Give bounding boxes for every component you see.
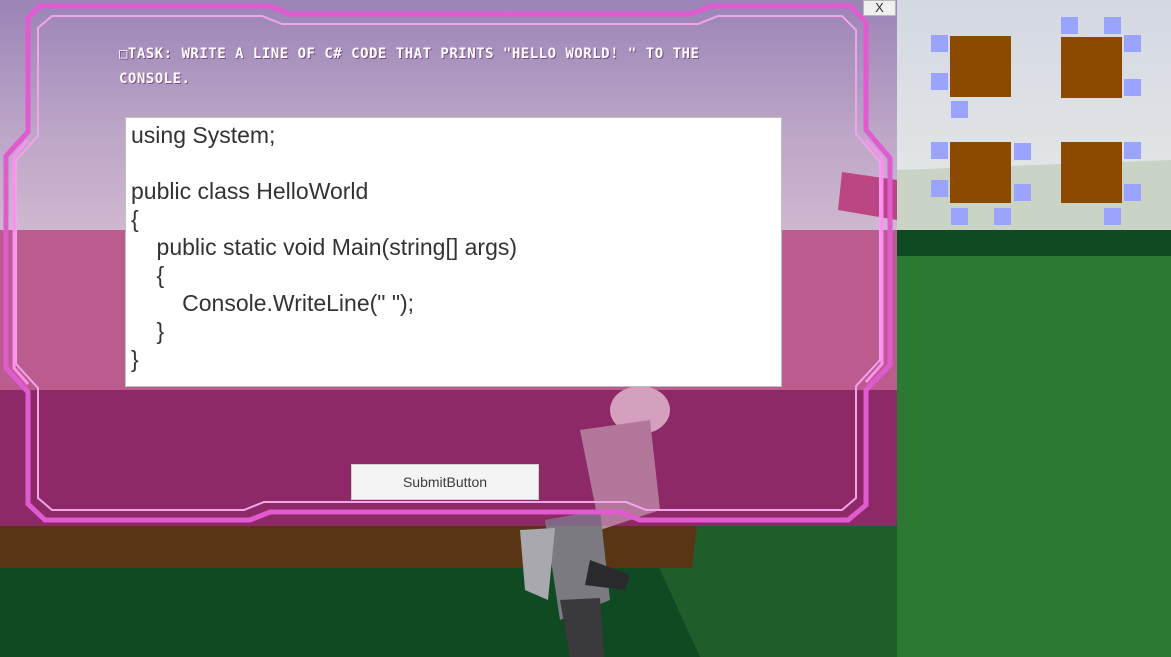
minimap-node xyxy=(951,208,968,225)
minimap-node xyxy=(1104,208,1121,225)
minimap-node xyxy=(1124,35,1141,52)
minimap-node xyxy=(931,180,948,197)
minimap-room xyxy=(950,36,1011,97)
submit-button[interactable]: SubmitButton xyxy=(351,464,539,500)
minimap-node xyxy=(1124,79,1141,96)
minimap-node xyxy=(1061,17,1078,34)
minimap-node xyxy=(1014,184,1031,201)
minimap-room xyxy=(950,142,1011,203)
minimap-room xyxy=(1061,142,1122,203)
minimap-node xyxy=(1124,142,1141,159)
code-editor[interactable]: using System; public class HelloWorld { … xyxy=(125,117,782,387)
minimap-node xyxy=(951,101,968,118)
minimap-node xyxy=(931,142,948,159)
minimap-node xyxy=(931,73,948,90)
minimap-node xyxy=(1104,17,1121,34)
minimap-node xyxy=(1014,143,1031,160)
minimap-node xyxy=(1124,184,1141,201)
minimap-node xyxy=(931,35,948,52)
task-instruction: □Task: Write a line of C# code that prin… xyxy=(119,46,700,87)
code-input[interactable]: using System; public class HelloWorld { … xyxy=(126,118,781,376)
minimap-node xyxy=(994,208,1011,225)
minimap-room xyxy=(1061,37,1122,98)
close-button[interactable]: X xyxy=(863,0,896,16)
